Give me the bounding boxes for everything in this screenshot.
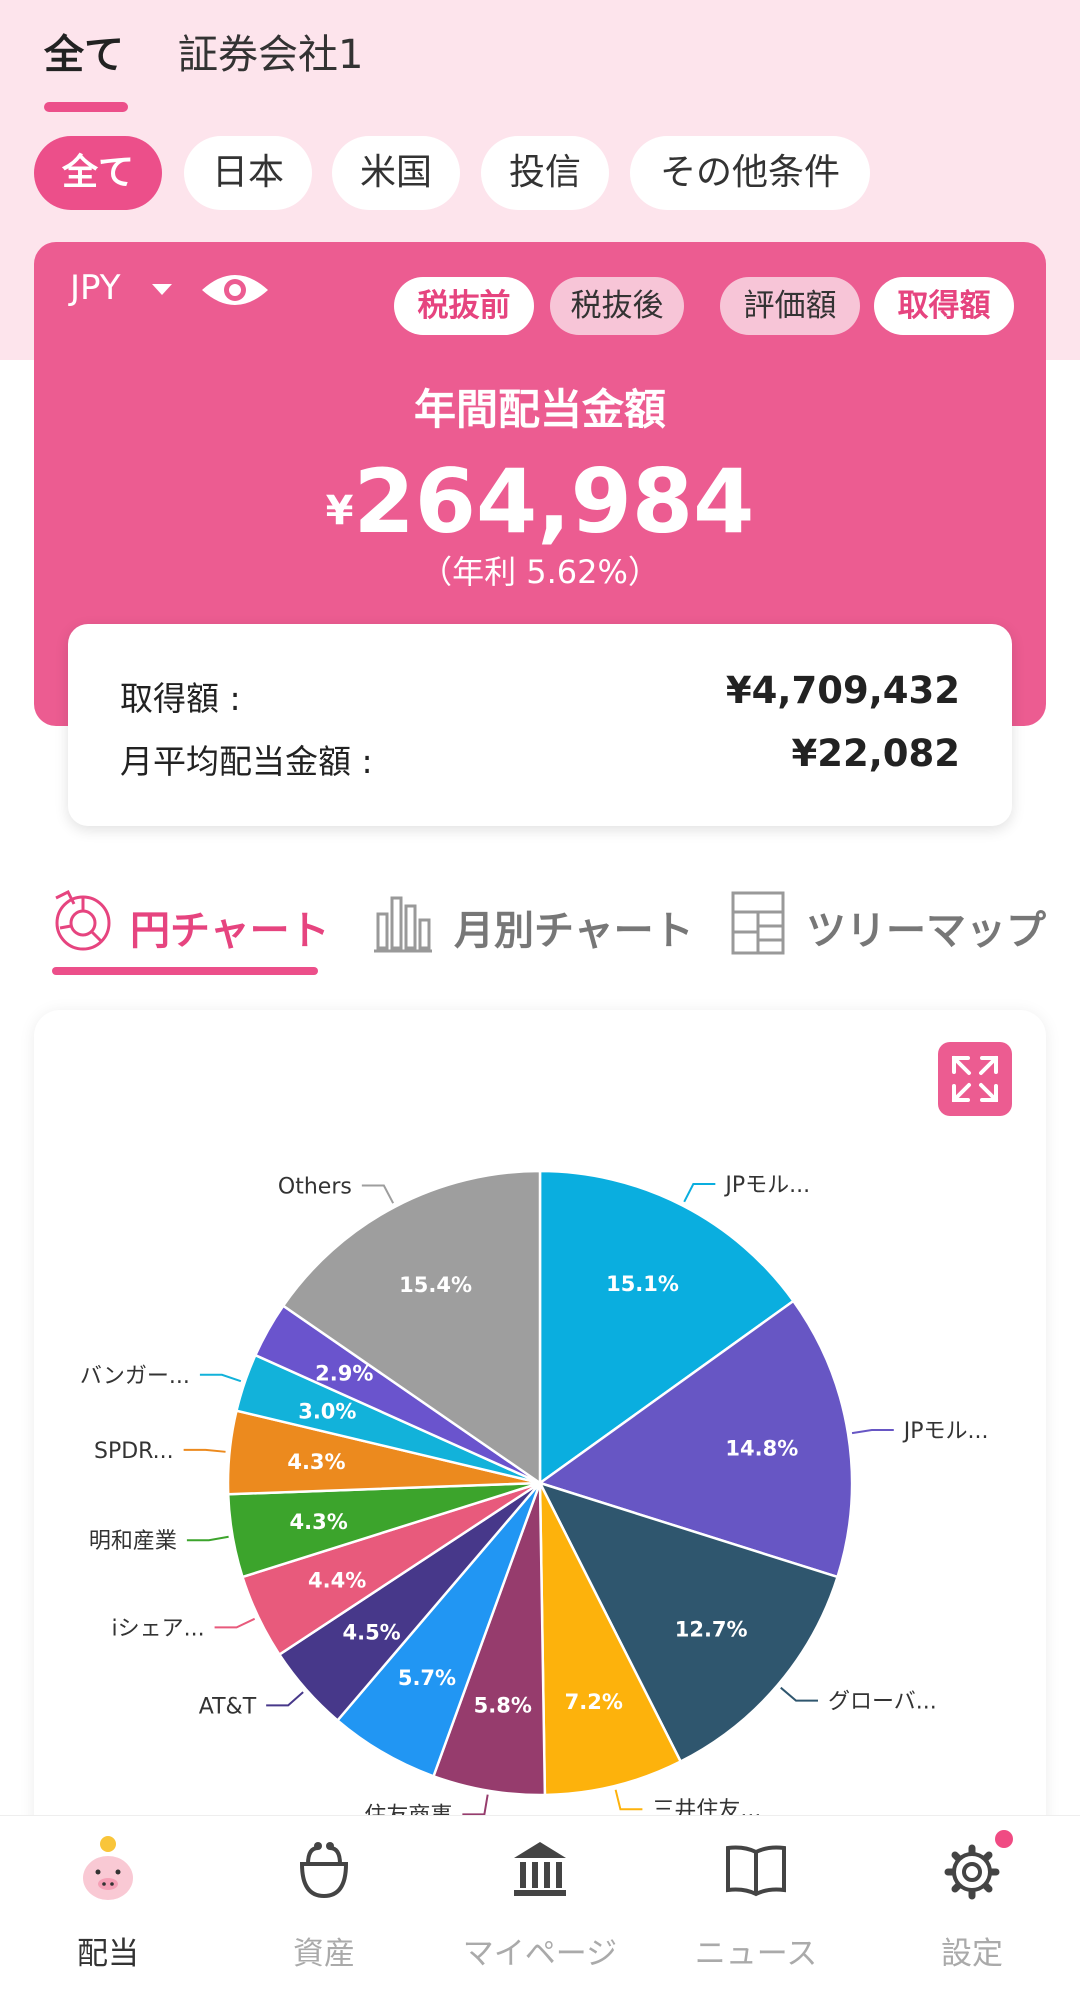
nav-dividend-label: 配当 bbox=[77, 1936, 139, 1972]
book-icon bbox=[726, 1845, 786, 1897]
pie-category-label: 住友商事 bbox=[364, 1803, 452, 1815]
pie-leader-line bbox=[614, 1789, 643, 1811]
nav-news[interactable]: ニュース bbox=[648, 1816, 864, 1996]
pie-value-label: 4.3% bbox=[290, 1510, 348, 1534]
pie-value-label: 5.7% bbox=[398, 1666, 456, 1690]
nav-mypage[interactable]: マイページ bbox=[432, 1816, 648, 1996]
pie-leader-line bbox=[683, 1183, 716, 1203]
purse-icon bbox=[299, 1842, 349, 1899]
pie-value-label: 7.2% bbox=[565, 1690, 623, 1714]
pie-value-label: 4.5% bbox=[342, 1621, 400, 1645]
bottom-navigation: 配当 資産 マイページ ニュース 設定 bbox=[0, 1815, 1080, 1996]
pie-value-label: 14.8% bbox=[725, 1437, 798, 1461]
pie-leader-line bbox=[361, 1184, 395, 1204]
nav-dividend[interactable]: 配当 bbox=[0, 1816, 216, 1996]
bank-icon bbox=[514, 1842, 566, 1896]
pie-category-label: 明和産業 bbox=[89, 1529, 177, 1554]
nav-settings-label: 設定 bbox=[941, 1936, 1003, 1972]
pie-category-label: JPモル... bbox=[723, 1173, 810, 1198]
pie-category-label: バンガー... bbox=[80, 1364, 190, 1389]
pie-leader-line bbox=[199, 1373, 242, 1383]
pie-value-label: 2.9% bbox=[315, 1362, 373, 1386]
dividend-app: 全て 証券会社1 全て 日本 米国 投信 その他条件 JPY 税抜前 税抜後 評… bbox=[0, 0, 1080, 1996]
pie-leader-line bbox=[462, 1794, 489, 1815]
pie-category-label: グローバ... bbox=[828, 1690, 937, 1715]
pie-value-label: 4.4% bbox=[308, 1569, 366, 1593]
pie-leader-line bbox=[183, 1448, 226, 1453]
piggy-bank-icon bbox=[83, 1836, 133, 1900]
pie-category-label: iシェア... bbox=[111, 1616, 204, 1641]
nav-assets[interactable]: 資産 bbox=[216, 1816, 432, 1996]
nav-settings[interactable]: 設定 bbox=[864, 1816, 1080, 1996]
pie-leader-line bbox=[266, 1691, 304, 1707]
dividend-pie-chart: 15.1% JPモル... 14.8% JPモル... 12.7% グローバ... 7.2%… bbox=[80, 1169, 989, 1815]
pie-category-label: SPDR... bbox=[94, 1439, 174, 1464]
pie-category-label: JPモル... bbox=[902, 1419, 989, 1444]
pie-value-label: 12.7% bbox=[675, 1618, 748, 1642]
pie-leader-line bbox=[780, 1686, 818, 1702]
nav-assets-label: 資産 bbox=[293, 1936, 355, 1972]
pie-category-label: 三井住友... bbox=[652, 1798, 761, 1815]
pie-leader-line bbox=[186, 1535, 229, 1542]
pie-value-label: 4.3% bbox=[287, 1450, 345, 1474]
gear-icon bbox=[944, 1844, 1000, 1900]
notification-badge bbox=[995, 1830, 1013, 1848]
pie-value-label: 15.1% bbox=[606, 1272, 679, 1296]
pie-value-label: 15.4% bbox=[399, 1273, 472, 1297]
pie-value-label: 3.0% bbox=[298, 1400, 356, 1424]
nav-mypage-label: マイページ bbox=[462, 1936, 618, 1972]
pie-leader-line bbox=[214, 1617, 256, 1629]
pie-category-label: AT&T bbox=[199, 1694, 257, 1719]
nav-news-label: ニュース bbox=[694, 1936, 818, 1972]
pie-leader-line bbox=[851, 1428, 894, 1435]
pie-category-label: Others bbox=[278, 1174, 352, 1199]
pie-value-label: 5.8% bbox=[474, 1694, 532, 1718]
